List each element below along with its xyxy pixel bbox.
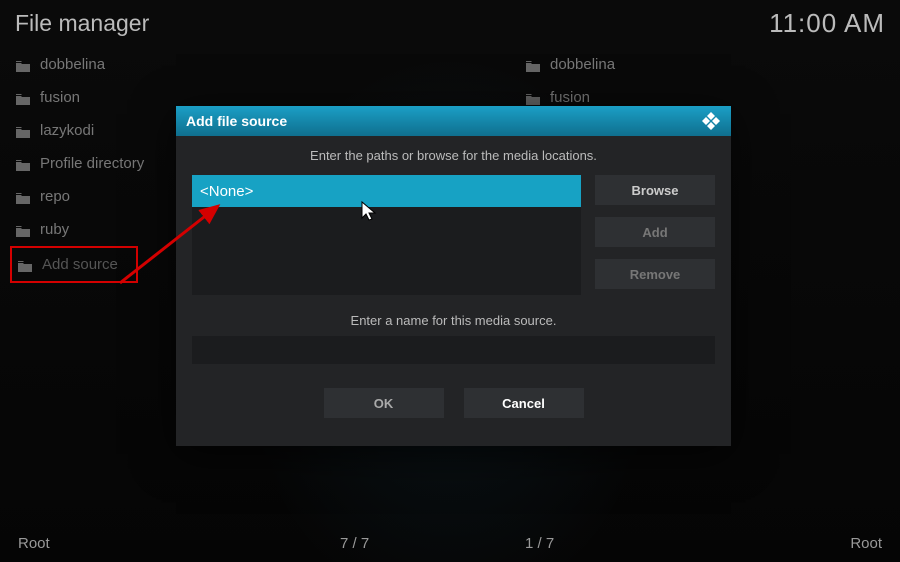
list-item-label: Profile directory (40, 155, 144, 172)
dialog-instruction: Enter the paths or browse for the media … (192, 148, 715, 163)
dialog-titlebar: Add file source (176, 106, 731, 136)
path-entry-value: <None> (200, 183, 253, 200)
add-button[interactable]: Add (595, 217, 715, 247)
footer-right-root: Root (850, 535, 882, 552)
list-item[interactable]: dobbelina (520, 48, 890, 81)
folder-icon (16, 59, 30, 70)
folder-icon (16, 125, 30, 136)
list-item-label: fusion (40, 89, 80, 106)
folder-icon (16, 92, 30, 103)
list-item-label: fusion (550, 89, 590, 106)
cancel-button[interactable]: Cancel (464, 388, 584, 418)
add-file-source-dialog: Add file source Enter the paths or brows… (176, 106, 731, 446)
folder-icon (16, 191, 30, 202)
folder-icon (16, 158, 30, 169)
list-item-label: Add source (42, 256, 118, 273)
footer-right-position: 1 / 7 (525, 535, 554, 552)
footer: Root 7 / 7 1 / 7 Root (0, 535, 900, 552)
list-item-label: dobbelina (550, 56, 615, 73)
dialog-title: Add file source (186, 113, 287, 129)
list-item-label: dobbelina (40, 56, 105, 73)
source-name-input[interactable] (192, 336, 715, 364)
page-title: File manager (15, 10, 149, 37)
kodi-logo-icon (701, 111, 721, 131)
list-item-label: lazykodi (40, 122, 94, 139)
add-source-item[interactable]: Add source (10, 246, 138, 283)
footer-left-root: Root (18, 535, 50, 552)
paths-list[interactable]: <None> (192, 175, 581, 295)
footer-left-position: 7 / 7 (340, 535, 369, 552)
name-instruction: Enter a name for this media source. (192, 313, 715, 328)
clock: 11:00 AM (769, 8, 885, 39)
source-list-right: dobbelina fusion (520, 48, 890, 114)
folder-icon (18, 259, 32, 270)
ok-button[interactable]: OK (324, 388, 444, 418)
path-entry-selected[interactable]: <None> (192, 175, 581, 207)
list-item-label: repo (40, 188, 70, 205)
list-item[interactable]: dobbelina (10, 48, 380, 81)
browse-button[interactable]: Browse (595, 175, 715, 205)
folder-icon (526, 92, 540, 103)
list-item-label: ruby (40, 221, 69, 238)
folder-icon (16, 224, 30, 235)
folder-icon (526, 59, 540, 70)
remove-button[interactable]: Remove (595, 259, 715, 289)
